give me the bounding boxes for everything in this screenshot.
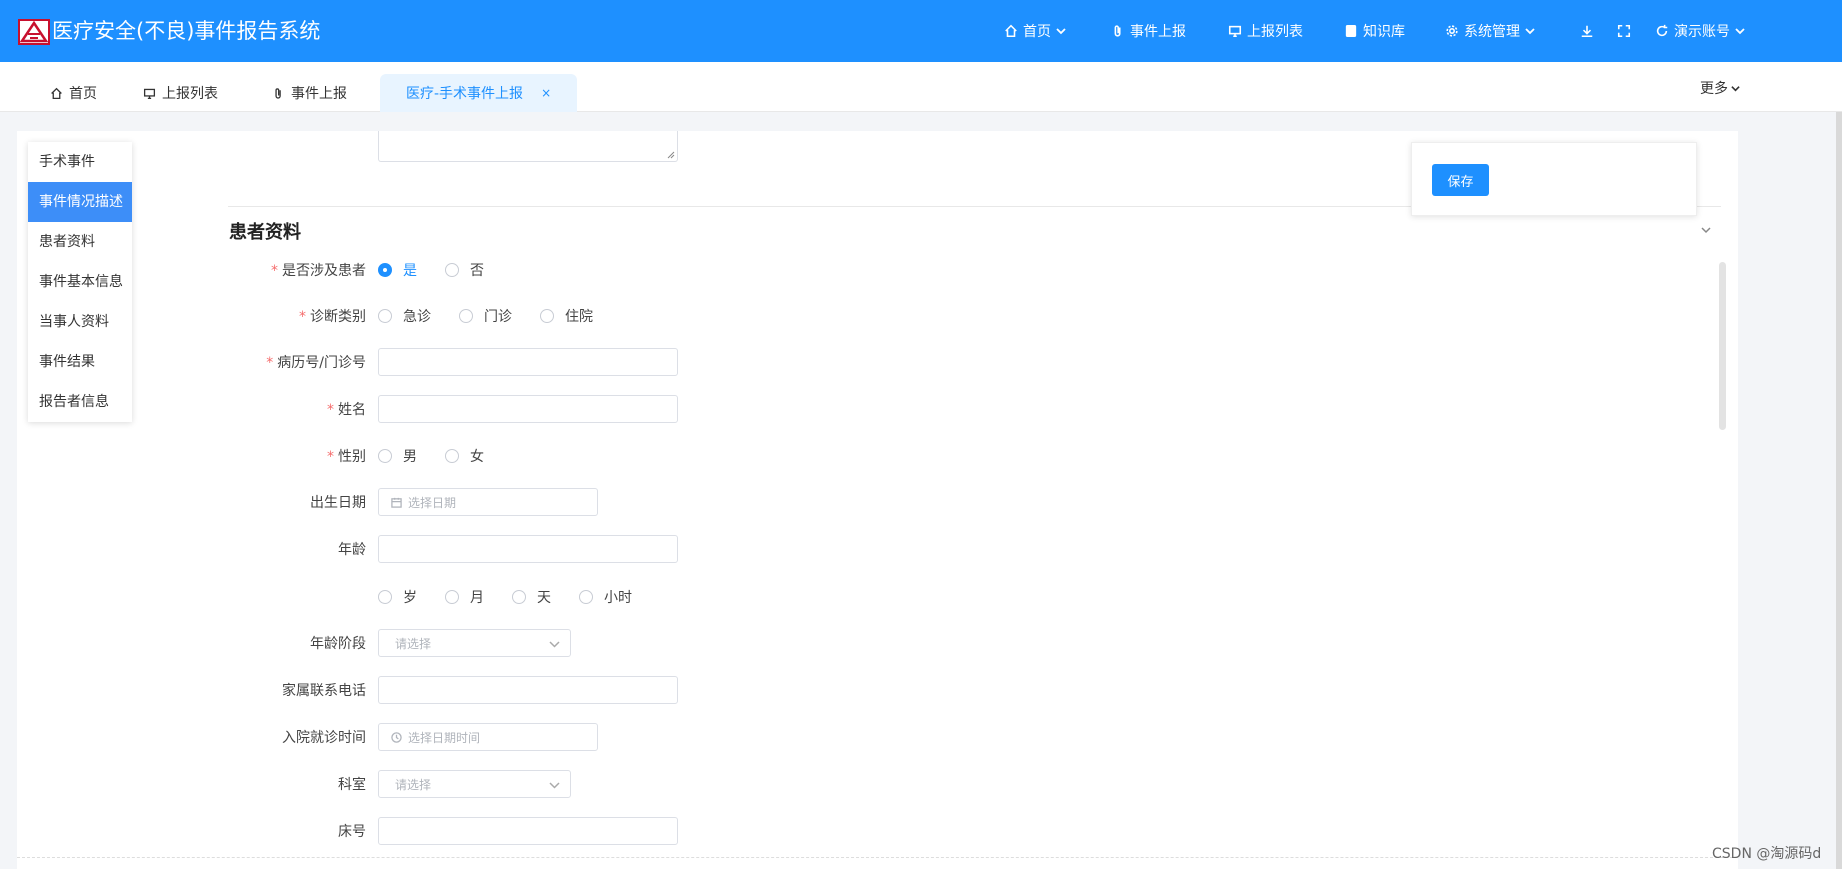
tab-report-list[interactable]: 上报列表 xyxy=(143,74,218,112)
department-label: 科室 xyxy=(338,777,366,793)
tab-event-report[interactable]: 事件上报 xyxy=(272,74,347,112)
paperclip-icon xyxy=(275,87,281,99)
tabs-bar: 首页 上报列表 事件上报 医疗-手术事件上报 × xyxy=(0,62,1842,112)
admission-time-label: 入院就诊时间 xyxy=(282,730,366,746)
radio-hour[interactable]: 小时 xyxy=(579,587,632,607)
radio-outpatient[interactable]: 门诊 xyxy=(459,306,512,326)
nav-home[interactable]: 首页 xyxy=(1004,21,1066,41)
watermark: CSDN @淘源码d xyxy=(1712,846,1822,862)
section-scrollbar[interactable] xyxy=(1719,262,1726,430)
close-icon[interactable]: × xyxy=(541,86,551,100)
record-no-input[interactable] xyxy=(378,348,678,376)
book-icon xyxy=(1345,24,1357,38)
chevron-down-icon xyxy=(549,641,560,648)
page-scrollbar[interactable] xyxy=(1836,112,1842,869)
radio-female[interactable]: 女 xyxy=(445,446,484,466)
chevron-down-icon xyxy=(1735,28,1745,35)
anchor-item[interactable]: 事件结果 xyxy=(28,342,132,382)
radio-no[interactable]: 否 xyxy=(445,260,484,280)
anchor-item[interactable]: 事件情况描述 xyxy=(28,182,132,222)
tabs-more-button[interactable]: 更多 xyxy=(1700,78,1740,98)
radio-yes[interactable]: 是 xyxy=(378,260,417,280)
anchor-item[interactable]: 当事人资料 xyxy=(28,302,132,342)
nav-system-admin[interactable]: 系统管理 xyxy=(1445,21,1535,41)
record-no-label: * 病历号/门诊号 xyxy=(266,355,366,371)
bed-no-input[interactable] xyxy=(378,817,678,845)
download-icon xyxy=(1581,25,1593,38)
family-phone-label: 家属联系电话 xyxy=(282,683,366,699)
anchor-item[interactable]: 患者资料 xyxy=(28,222,132,262)
chevron-down-icon xyxy=(1525,28,1535,35)
anchor-item[interactable]: 事件基本信息 xyxy=(28,262,132,302)
resize-handle-icon[interactable] xyxy=(667,151,675,159)
radio-emergency[interactable]: 急诊 xyxy=(378,306,431,326)
age-label: 年龄 xyxy=(338,542,366,558)
paperclip-icon xyxy=(1114,25,1121,37)
tab-home[interactable]: 首页 xyxy=(50,74,97,112)
gender-label: * 性别 xyxy=(327,449,366,465)
account-menu[interactable]: 演示账号 xyxy=(1655,21,1745,41)
monitor-icon xyxy=(1228,25,1242,38)
app-logo xyxy=(18,19,50,45)
fullscreen-button[interactable] xyxy=(1617,24,1631,38)
anchor-item[interactable]: 报告者信息 xyxy=(28,382,132,422)
name-label: * 姓名 xyxy=(327,402,366,418)
chevron-down-icon xyxy=(1701,227,1711,234)
age-stage-select[interactable]: 请选择 xyxy=(378,629,571,657)
birth-date-label: 出生日期 xyxy=(310,495,366,511)
chevron-down-icon xyxy=(549,782,560,789)
department-select[interactable]: 请选择 xyxy=(378,770,571,798)
section-title: 患者资料 xyxy=(229,222,301,243)
name-input[interactable] xyxy=(378,395,678,423)
anchor-nav: 手术事件 事件情况描述 患者资料 事件基本信息 当事人资料 事件结果 报告者信息 xyxy=(28,142,132,422)
refresh-icon xyxy=(1656,24,1668,37)
radio-month[interactable]: 月 xyxy=(445,587,484,607)
top-header: 医疗安全(不良)事件报告系统 首页 事件上报 上报列表 知识库 系统管理 演示账… xyxy=(0,0,1842,62)
family-phone-input[interactable] xyxy=(378,676,678,704)
calendar-icon xyxy=(391,497,402,508)
diagnosis-type-label: * 诊断类别 xyxy=(299,309,366,325)
tab-surgery-report[interactable]: 医疗-手术事件上报 × xyxy=(380,74,578,112)
nav-event-report[interactable]: 事件上报 xyxy=(1111,21,1186,41)
home-icon xyxy=(51,87,62,99)
radio-male[interactable]: 男 xyxy=(378,446,417,466)
app-title: 医疗安全(不良)事件报告系统 xyxy=(52,19,321,43)
collapse-button[interactable] xyxy=(1700,224,1712,236)
age-stage-label: 年龄阶段 xyxy=(310,636,366,652)
nav-report-list[interactable]: 上报列表 xyxy=(1228,21,1303,41)
home-icon xyxy=(1005,24,1017,38)
diagnosis-type-radio-group: 急诊 门诊 住院 xyxy=(378,306,621,326)
save-card: 保存 xyxy=(1411,142,1697,216)
bed-no-label: 床号 xyxy=(338,824,366,840)
radio-day[interactable]: 天 xyxy=(512,587,551,607)
fullscreen-icon xyxy=(1617,24,1631,38)
age-input[interactable] xyxy=(378,535,678,563)
nav-knowledge[interactable]: 知识库 xyxy=(1344,21,1405,41)
save-button[interactable]: 保存 xyxy=(1432,164,1489,196)
radio-inpatient[interactable]: 住院 xyxy=(540,306,593,326)
birth-date-picker[interactable]: 选择日期 xyxy=(378,488,598,516)
download-button[interactable] xyxy=(1580,24,1594,38)
clock-icon xyxy=(391,731,402,743)
chevron-down-icon xyxy=(1056,28,1066,35)
involves-patient-label: * 是否涉及患者 xyxy=(271,263,366,279)
chevron-down-icon xyxy=(1731,85,1740,91)
gear-icon xyxy=(1446,25,1458,37)
involves-patient-radio-group: 是 否 xyxy=(378,260,512,280)
age-unit-radio-group: 岁 月 天 小时 xyxy=(378,587,660,607)
admission-time-picker[interactable]: 选择日期时间 xyxy=(378,723,598,751)
anchor-item[interactable]: 手术事件 xyxy=(28,142,132,182)
gender-radio-group: 男 女 xyxy=(378,446,512,466)
description-textarea[interactable] xyxy=(378,131,678,162)
monitor-icon xyxy=(143,88,156,99)
radio-year[interactable]: 岁 xyxy=(378,587,417,607)
